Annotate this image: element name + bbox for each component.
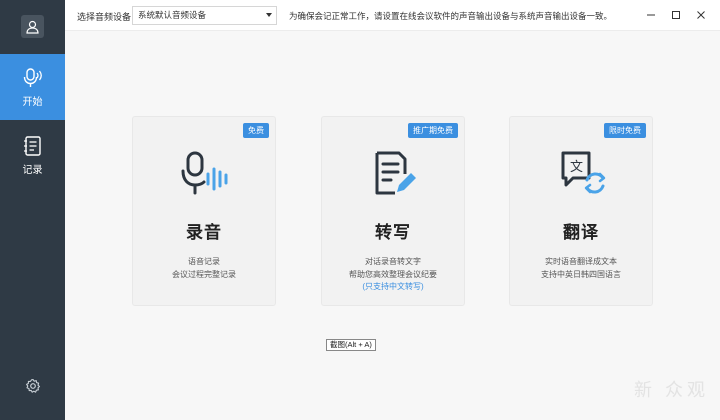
- audio-setup-tip: 为确保会记正常工作，请设置在线会议软件的声音输出设备与系统声音输出设备一致。: [289, 11, 613, 21]
- settings-button[interactable]: [24, 377, 41, 394]
- microphone-icon: [181, 151, 228, 195]
- watermark: 新 众观: [634, 380, 710, 400]
- sidebar-item-label: 开始: [22, 96, 43, 108]
- audio-device-value: 系统默认音频设备: [138, 10, 207, 20]
- close-icon: [697, 11, 705, 19]
- audio-device-label: 选择音频设备: [77, 12, 132, 22]
- price-badge: 限时免费: [604, 123, 646, 138]
- chevron-down-icon: [266, 13, 272, 17]
- record-card[interactable]: 免费 录音 语音记录 会议过程完整记录: [132, 116, 276, 306]
- maximize-icon: [672, 11, 680, 19]
- gear-icon: [25, 378, 40, 393]
- minimize-icon: [647, 14, 655, 16]
- sidebar: 开始 记录: [0, 0, 65, 420]
- sidebar-item-label: 记录: [22, 164, 43, 176]
- card-desc-line: 语音记录: [188, 257, 220, 266]
- price-badge: 免费: [243, 123, 269, 138]
- transcribe-card[interactable]: 推广期免费 转写 对话录音转文字 帮助您高效整理会议纪要 (只支持中文转写): [321, 116, 465, 306]
- maximize-button[interactable]: [669, 8, 683, 22]
- sidebar-item-record[interactable]: 记录: [0, 122, 65, 188]
- translate-card[interactable]: 限时免费 文 翻译 实时语音翻译成文本 支持中英日韩四国语言: [509, 116, 653, 306]
- card-title: 转写: [375, 223, 411, 242]
- card-description: 语音记录 会议过程完整记录: [133, 256, 275, 281]
- card-title: 翻译: [563, 223, 599, 242]
- card-desc-line: 会议过程完整记录: [172, 269, 236, 279]
- translate-icon: 文: [561, 151, 606, 194]
- card-desc-line: 对话录音转文字: [365, 257, 421, 266]
- card-note: (只支持中文转写): [362, 282, 424, 291]
- close-button[interactable]: [694, 8, 708, 22]
- price-badge: 推广期免费: [408, 123, 458, 138]
- screenshot-tooltip: 截图(Alt + A): [326, 339, 376, 351]
- notebook-icon: [23, 135, 41, 156]
- card-description: 对话录音转文字 帮助您高效整理会议纪要 (只支持中文转写): [322, 256, 464, 294]
- card-desc-line: 支持中英日韩四国语言: [541, 269, 621, 279]
- card-title: 录音: [186, 223, 222, 242]
- svg-text:文: 文: [570, 160, 583, 175]
- user-avatar-button[interactable]: [21, 15, 44, 38]
- user-icon: [26, 20, 39, 34]
- document-pen-icon: [375, 151, 416, 195]
- top-bar: 选择音频设备 系统默认音频设备 为确保会记正常工作，请设置在线会议软件的声音输出…: [65, 0, 720, 31]
- card-description: 实时语音翻译成文本 支持中英日韩四国语言: [510, 256, 652, 281]
- audio-device-select[interactable]: 系统默认音频设备: [132, 6, 277, 25]
- card-desc-line: 帮助您高效整理会议纪要: [349, 269, 437, 279]
- mic-wave-icon: [23, 67, 42, 87]
- card-desc-line: 实时语音翻译成文本: [545, 257, 617, 266]
- minimize-button[interactable]: [644, 8, 658, 22]
- sidebar-item-start[interactable]: 开始: [0, 54, 65, 120]
